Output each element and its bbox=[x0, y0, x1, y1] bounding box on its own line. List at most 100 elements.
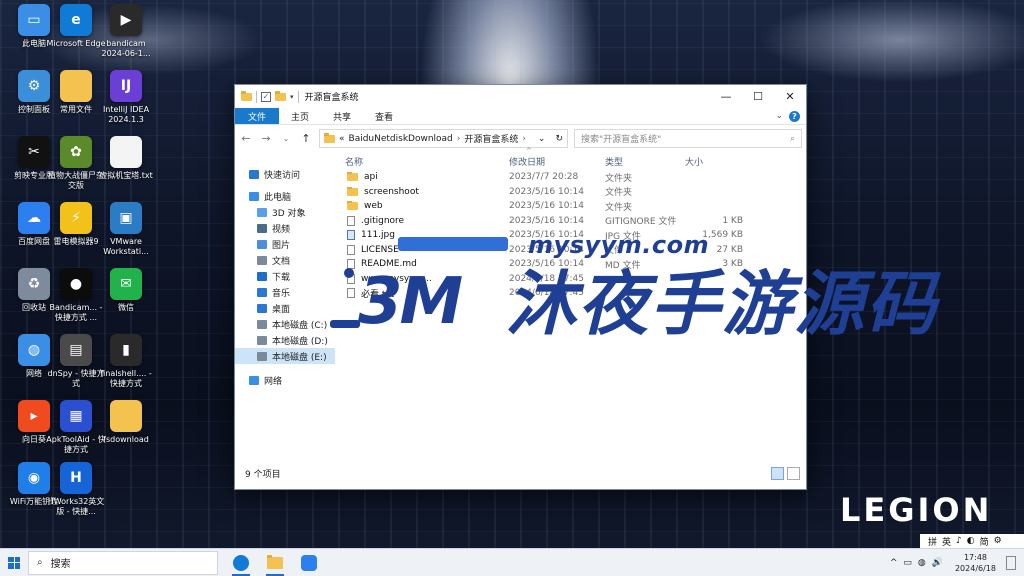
up-button[interactable]: ↑ bbox=[299, 132, 313, 145]
column-header-type[interactable]: 类型 bbox=[605, 155, 685, 168]
3d-objects-icon bbox=[257, 207, 267, 217]
help-icon[interactable]: ? bbox=[789, 110, 800, 122]
taskbar-search[interactable]: ⌕ 搜索 bbox=[28, 550, 218, 575]
desktop-shortcut-label: VMware Workstati... bbox=[103, 237, 149, 256]
title-bar[interactable]: ✓ ▾ 开源盲盒系统 — ☐ ✕ bbox=[235, 85, 806, 108]
search-placeholder: 搜索"开源盲盒系统" bbox=[581, 135, 662, 145]
taskbar-baidu-netdisk[interactable] bbox=[292, 549, 326, 576]
tab-home[interactable]: 主页 bbox=[279, 108, 321, 124]
ime-item[interactable]: 简 bbox=[980, 535, 989, 548]
forward-button[interactable]: → bbox=[259, 132, 273, 145]
desktop-shortcut[interactable]: IJ IntelliJ IDEA 2024.1.3 bbox=[96, 70, 156, 125]
cell-name: web bbox=[335, 201, 509, 211]
table-row[interactable]: screenshoot 2023/5/16 10:14 文件夹 bbox=[335, 185, 806, 200]
ime-item[interactable]: 拼 bbox=[928, 535, 937, 548]
sidebar-item[interactable]: 本地磁盘 (D:) bbox=[235, 332, 335, 348]
desktop-shortcut[interactable]: ✉ 微信 bbox=[96, 268, 156, 313]
finalshell-icon: ▮ bbox=[110, 334, 142, 366]
expand-ribbon-icon[interactable]: ⌄ bbox=[775, 111, 783, 121]
quick-access-toolbar: ✓ ▾ bbox=[241, 90, 299, 103]
clock[interactable]: 17:48 2024/6/18 bbox=[955, 552, 996, 574]
sidebar-item[interactable]: 快速访问 bbox=[235, 166, 335, 182]
tray-expand-icon[interactable]: ^ bbox=[890, 558, 898, 568]
refresh-icon[interactable]: ↻ bbox=[555, 134, 563, 144]
maximize-button[interactable]: ☐ bbox=[742, 85, 774, 108]
edge-icon: e bbox=[60, 4, 92, 36]
start-button[interactable] bbox=[0, 556, 28, 569]
sidebar-item[interactable]: 桌面 bbox=[235, 300, 335, 316]
downloads-icon bbox=[257, 271, 267, 281]
desktop-shortcut[interactable]: fsdownload bbox=[96, 400, 156, 445]
sidebar-item[interactable]: 3D 对象 bbox=[235, 204, 335, 220]
sidebar-item[interactable]: 视频 bbox=[235, 220, 335, 236]
desktop-shortcut[interactable]: ▮ finalshell.... - 快捷方式 bbox=[96, 334, 156, 389]
folder-icon[interactable] bbox=[241, 90, 252, 101]
breadcrumb-item[interactable]: BaiduNetdiskDownload bbox=[349, 134, 453, 144]
cell-type: 文件夹 bbox=[605, 202, 633, 213]
sidebar-item[interactable]: 本地磁盘 (E:) bbox=[235, 348, 335, 364]
breadcrumb-separator[interactable]: › bbox=[522, 134, 526, 144]
display-icon[interactable]: ▭ bbox=[903, 558, 912, 568]
volume-icon[interactable]: 🔊 bbox=[932, 558, 943, 568]
sidebar-item[interactable]: 网络 bbox=[235, 372, 335, 388]
desktop-icon bbox=[257, 303, 267, 313]
file-icon bbox=[347, 288, 355, 299]
clock-date: 2024/6/18 bbox=[954, 564, 996, 573]
clock-time: 17:48 bbox=[963, 553, 988, 562]
sidebar-item[interactable]: 音乐 bbox=[235, 284, 335, 300]
minimize-button[interactable]: — bbox=[710, 85, 742, 108]
taskbar-edge[interactable] bbox=[224, 549, 258, 576]
sidebar-item-label: 本地磁盘 (D:) bbox=[272, 336, 328, 347]
close-button[interactable]: ✕ bbox=[774, 85, 806, 108]
new-folder-icon[interactable] bbox=[275, 90, 286, 101]
recent-locations-button[interactable]: ⌄ bbox=[279, 134, 293, 143]
search-input[interactable]: 搜索"开源盲盒系统" ⌕ bbox=[574, 129, 802, 148]
properties-icon[interactable]: ✓ bbox=[261, 91, 271, 102]
navigation-pane: 快速访问此电脑 3D 对象 视频 图片 文档 下载 音乐 桌面 本地磁盘 (C:) 本地磁盘 (D… bbox=[235, 152, 335, 465]
table-row[interactable]: web 2023/5/16 10:14 文件夹 bbox=[335, 199, 806, 214]
address-dropdown-icon[interactable]: ⌄ bbox=[538, 134, 546, 144]
ime-item[interactable]: ♪ bbox=[956, 536, 962, 546]
large-icons-view-button[interactable] bbox=[787, 467, 800, 480]
tab-share[interactable]: 共享 bbox=[321, 108, 363, 124]
customize-toolbar-icon[interactable]: ▾ bbox=[290, 93, 294, 101]
table-row[interactable]: .gitignore 2023/5/16 10:14 GITIGNORE 文件 1 K… bbox=[335, 214, 806, 229]
details-view-button[interactable] bbox=[771, 467, 784, 480]
column-headers: ^ 名称 修改日期 类型 大小 bbox=[335, 147, 806, 170]
desktop-shortcut[interactable]: ▣ VMware Workstati... bbox=[96, 202, 156, 257]
desktop-shortcut[interactable]: ▶ bandicam 2024-06-1... bbox=[96, 4, 156, 59]
desktop-shortcut[interactable]: 虚拟机宝塔.txt bbox=[96, 136, 156, 181]
sidebar-item[interactable]: 此电脑 bbox=[235, 188, 335, 204]
sidebar-item[interactable]: 图片 bbox=[235, 236, 335, 252]
breadcrumb-overflow[interactable]: « bbox=[339, 134, 345, 144]
tab-view[interactable]: 查看 bbox=[363, 108, 405, 124]
column-header-name[interactable]: 名称 bbox=[335, 155, 509, 168]
sidebar-item[interactable]: 本地磁盘 (C:) bbox=[235, 316, 335, 332]
column-header-date[interactable]: 修改日期 bbox=[509, 155, 605, 168]
documents-icon bbox=[257, 255, 267, 265]
breadcrumb-item[interactable]: 开源盲盒系统 bbox=[464, 132, 518, 145]
ime-item[interactable]: 英 bbox=[942, 535, 951, 548]
sidebar-item[interactable]: 下载 bbox=[235, 268, 335, 284]
watermark-text: 沐夜手游源码 bbox=[506, 263, 938, 345]
desktop-shortcut[interactable]: H HWorks32英文版 - 快捷... bbox=[46, 462, 106, 517]
sidebar-item[interactable]: 文档 bbox=[235, 252, 335, 268]
taskbar-file-explorer[interactable] bbox=[258, 549, 292, 576]
address-bar[interactable]: « BaiduNetdiskDownload › 开源盲盒系统 › ⌄ ↻ bbox=[319, 129, 568, 148]
ime-item[interactable]: ◐ bbox=[967, 536, 975, 546]
hworks-icon: H bbox=[60, 462, 92, 494]
search-icon[interactable]: ⌕ bbox=[790, 134, 795, 144]
drive-icon bbox=[257, 351, 267, 361]
ime-toolbar[interactable]: 拼 英 ♪ ◐ 简 ⚙ bbox=[920, 534, 1024, 548]
breadcrumb-separator[interactable]: › bbox=[457, 134, 461, 144]
watermark-bar bbox=[398, 237, 508, 251]
ime-item[interactable]: ⚙ bbox=[994, 536, 1002, 546]
desktop-shortcut-label: IntelliJ IDEA 2024.1.3 bbox=[102, 105, 150, 124]
system-tray: ^ ▭ ◍ 🔊 17:48 2024/6/18 bbox=[890, 549, 1024, 576]
back-button[interactable]: ← bbox=[239, 132, 253, 145]
tab-file[interactable]: 文件 bbox=[235, 108, 280, 124]
table-row[interactable]: api 2023/7/7 20:28 文件夹 bbox=[335, 170, 806, 185]
notification-icon[interactable] bbox=[1006, 556, 1016, 570]
network-icon[interactable]: ◍ bbox=[918, 558, 926, 568]
column-header-size[interactable]: 大小 bbox=[685, 155, 743, 168]
